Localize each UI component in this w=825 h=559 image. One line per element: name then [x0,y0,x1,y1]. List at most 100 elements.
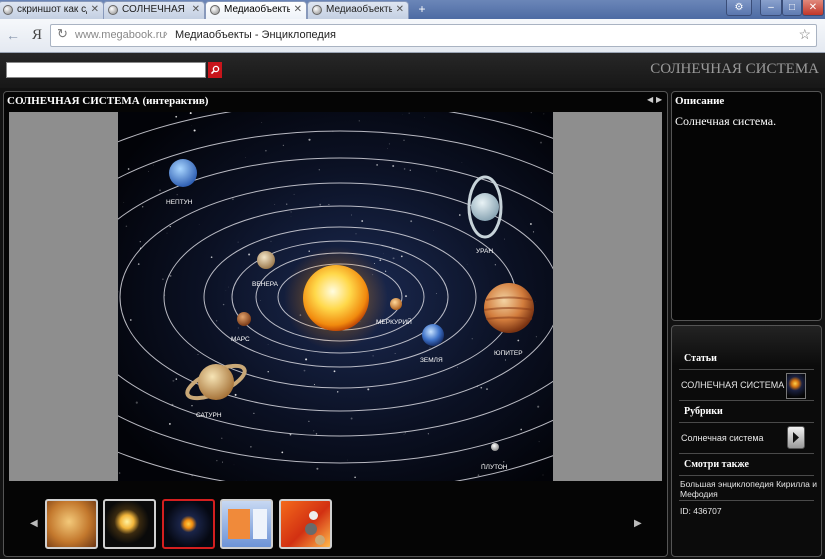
thumbs-next-arrow[interactable]: ▶ [634,518,642,529]
tab-screenshot-search[interactable]: скриншот как сделат ✕ [0,1,104,19]
star [197,354,199,356]
article-link[interactable]: СОЛНЕЧНАЯ СИСТЕМА [681,380,784,390]
url-domain: www.megabook.ru [75,29,166,41]
rubric-go-button[interactable] [787,426,805,449]
article-thumbnail[interactable] [786,373,806,399]
star [260,300,261,301]
star [404,295,408,298]
description-header: Описание [675,95,725,107]
star [388,143,390,145]
viewer-next-icon[interactable]: ▶ [656,95,662,105]
thumbnail-venus-surface[interactable] [45,499,98,549]
tab-favicon-icon [3,5,13,15]
thumbnail-table-diagram[interactable] [220,499,273,549]
star [466,263,468,265]
maximize-button[interactable]: □ [782,0,802,16]
star [153,164,154,166]
star [361,220,364,222]
url-field[interactable]: ↻ www.megabook.ru › Медиаобъекты - Энцик… [50,24,817,47]
divider [679,500,814,501]
star [175,378,178,380]
thumbnail-sun-system[interactable] [103,499,156,549]
star [303,369,306,372]
viewer-prev-icon[interactable]: ◀ [647,95,653,105]
star [424,117,425,118]
star [379,259,382,262]
reload-icon[interactable]: ↻ [57,26,68,42]
star [261,121,263,123]
star [125,225,128,228]
tab-close-icon[interactable]: ✕ [192,4,200,15]
tab-media-objects[interactable]: Медиаобъекты - Энци ✕ [307,1,409,19]
tab-close-icon[interactable]: ✕ [294,4,302,15]
star [137,263,140,265]
star [461,162,463,163]
tab-label: скриншот как сделат [17,4,87,15]
see-also-header: Смотри также [684,459,749,470]
star [520,428,523,431]
star [358,120,360,122]
bookmark-star-icon[interactable]: ☆ [798,26,811,43]
solar-system-diagram[interactable]: МЕРКУРИЙ ВЕНЕРА ЗЕМЛЯ МАРС ЮПИТЕР САТУРН [118,112,553,481]
new-tab-button[interactable]: + [413,2,431,17]
star [387,148,388,149]
star [403,168,406,170]
star [191,125,192,127]
star [222,303,225,306]
star [409,169,411,171]
star [328,203,330,206]
mercury-label: МЕРКУРИЙ [376,317,412,326]
star [537,405,540,408]
star [169,274,172,277]
tab-media-objects-active[interactable]: Медиаобъекты - Энци ✕ [205,1,307,19]
star [494,264,496,266]
address-bar-row: ← Я ↻ www.megabook.ru › Медиаобъекты - Э… [0,19,825,53]
thumbnail-solar-system-active[interactable] [162,499,215,549]
star [118,472,121,474]
star [281,451,284,454]
tab-close-icon[interactable]: ✕ [91,4,99,15]
star [347,459,348,461]
star [392,164,395,168]
site-title: СОЛНЕЧНАЯ СИСТЕМА [650,61,819,77]
browser-tab-strip: скриншот как сделат ✕ СОЛНЕЧНАЯ СИСТЕМ ✕… [0,0,825,19]
search-input[interactable] [6,62,206,78]
star [383,253,384,255]
star [517,339,520,342]
see-also-link[interactable]: Большая энциклопедия Кирилла и Мефодия [680,479,818,499]
minimize-button[interactable]: – [760,0,782,16]
star [318,169,320,171]
star [166,232,168,234]
star [384,270,387,272]
search-button[interactable] [208,62,222,78]
star [313,430,315,432]
star [267,344,269,345]
neptune-label: НЕПТУН [166,199,193,206]
star [282,144,285,147]
star [293,193,295,195]
star [319,203,322,206]
star [459,214,461,216]
back-button[interactable]: ← [5,26,21,44]
url-separator: › [164,28,168,40]
yandex-logo[interactable]: Я [30,25,44,45]
tab-solar-system[interactable]: СОЛНЕЧНАЯ СИСТЕМ ✕ [103,1,205,19]
star [308,250,310,252]
sun[interactable] [303,265,369,331]
star [139,241,141,243]
star [142,206,144,208]
star [172,379,175,382]
tab-close-icon[interactable]: ✕ [396,4,404,15]
media-id: ID: 436707 [680,506,722,516]
url-page-title: Медиаобъекты - Энциклопедия [175,29,336,41]
settings-gear-icon[interactable]: ⚙ [726,0,752,16]
close-window-button[interactable]: ✕ [802,0,824,16]
tab-label: Медиаобъекты - Энци [326,4,392,15]
star [403,139,405,141]
thumbs-prev-arrow[interactable]: ◀ [30,518,38,529]
thumbnail-planets-row[interactable] [279,499,332,549]
rubric-link[interactable]: Солнечная система [681,433,764,443]
star [228,286,229,288]
play-arrow-icon [793,432,799,443]
thumbnail-planet [315,535,325,545]
